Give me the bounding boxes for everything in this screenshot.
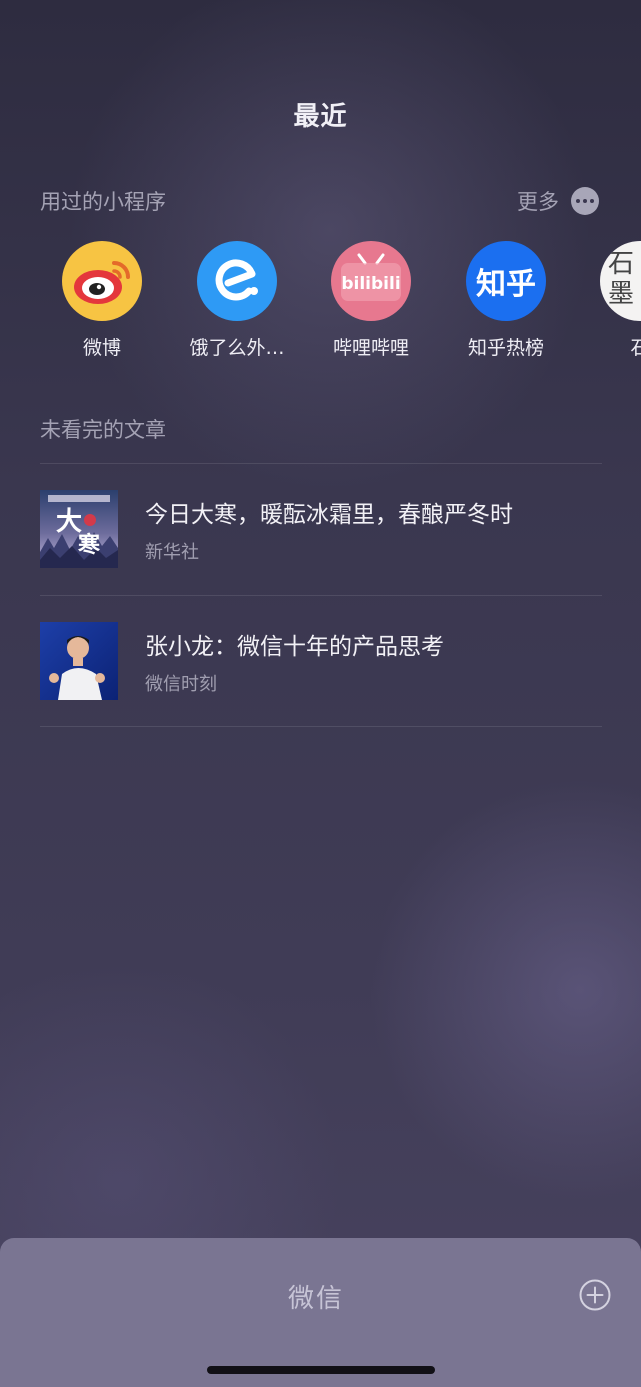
speaker-thumbnail: [40, 622, 118, 700]
mini-program-label: 知乎热榜: [467, 337, 544, 359]
mini-program-label: 哔哩哔哩: [332, 337, 409, 359]
mini-program-label: 微博: [82, 337, 121, 359]
divider: [40, 595, 602, 596]
more-label: 更多: [517, 190, 559, 214]
plus-circle-icon[interactable]: [579, 1279, 611, 1311]
zhihu-icon: 知乎: [466, 241, 546, 321]
mini-program-label: 石: [630, 337, 641, 359]
mini-program-stone[interactable]: 石墨 石: [575, 241, 641, 360]
more-dots-icon: [571, 187, 599, 215]
divider: [40, 726, 602, 727]
mini-program-zhihu[interactable]: 知乎 知乎热榜: [441, 241, 571, 360]
page-title: 最近: [293, 102, 348, 132]
article-title: 张小龙：微信十年的产品思考: [145, 634, 444, 660]
mini-program-bilibili[interactable]: bilibili 哔哩哔哩: [306, 241, 436, 360]
mini-program-weibo[interactable]: 微博: [37, 241, 167, 360]
mini-program-label: 饿了么外…: [189, 337, 285, 359]
zhihu-logo-text: 知乎: [476, 267, 536, 302]
divider: [40, 463, 602, 464]
article-source: 新华社: [145, 542, 199, 563]
stone-icon: 石墨: [600, 241, 641, 321]
mini-programs-row: 微博 饿了么外… bilibili 哔哩哔哩 知乎 知乎热榜 石 墨 石: [0, 241, 641, 371]
weibo-icon: [62, 241, 142, 321]
articles-section-title: 未看完的文章: [40, 418, 166, 442]
svg-text:寒: 寒: [78, 532, 100, 558]
dahan-thumbnail: 大 寒: [40, 490, 118, 568]
bilibili-logo-text: bilibili: [341, 274, 400, 294]
article-source: 微信时刻: [145, 674, 217, 695]
home-indicator[interactable]: [207, 1366, 435, 1374]
eleme-icon: [197, 241, 277, 321]
article-item[interactable]: 大 寒 今日大寒，暖酝冰霜里，春酿严冬时 新华社: [40, 490, 602, 590]
stone-logo-text: 石墨: [608, 249, 635, 309]
bilibili-icon: bilibili: [331, 241, 411, 321]
bottom-bar[interactable]: 微信: [0, 1238, 641, 1387]
mini-program-eleme[interactable]: 饿了么外…: [172, 241, 302, 360]
more-button[interactable]: 更多: [517, 186, 599, 216]
bottom-bar-title: 微信: [287, 1284, 344, 1314]
mini-programs-section-title: 用过的小程序: [40, 190, 166, 214]
article-title: 今日大寒，暖酝冰霜里，春酿严冬时: [145, 502, 513, 528]
article-item[interactable]: 张小龙：微信十年的产品思考 微信时刻: [40, 622, 602, 722]
